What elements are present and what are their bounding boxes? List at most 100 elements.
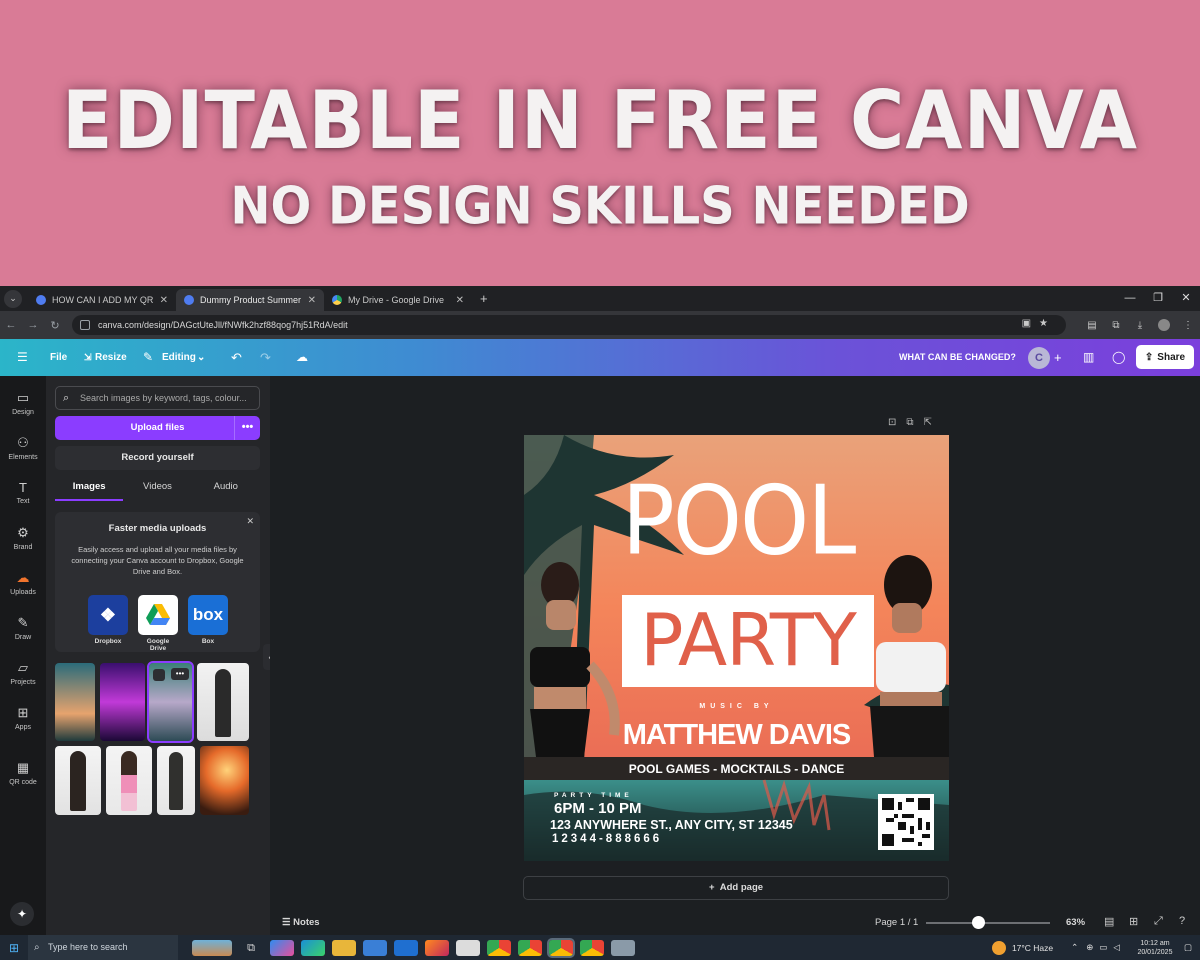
comment-icon[interactable]: ◯ — [1112, 339, 1125, 376]
add-collaborator-icon[interactable]: + — [1054, 339, 1062, 376]
tab-images[interactable]: Images — [55, 477, 124, 501]
close-tab-icon[interactable]: ✕ — [160, 295, 168, 306]
profile-avatar[interactable] — [1158, 319, 1170, 331]
tab-videos[interactable]: Videos — [123, 477, 191, 501]
url-field[interactable]: canva.com/design/DAGctUteJll/fNWfk2hzf88… — [72, 315, 1066, 335]
network-icon[interactable]: ⊕ — [1086, 942, 1093, 953]
menu-kebab-icon[interactable]: ⋮ — [1176, 320, 1200, 331]
copilot-icon[interactable] — [270, 939, 294, 956]
image-thumbnail[interactable] — [100, 663, 145, 741]
image-thumbnail[interactable] — [55, 746, 101, 815]
notepad-icon[interactable] — [611, 939, 635, 956]
dropbox-button[interactable]: ❖ Dropbox — [88, 595, 128, 645]
image-thumbnail[interactable] — [200, 746, 249, 815]
flyer-design[interactable]: POOL PARTY MUSIC BY MATTHEW DAVIS POOL G… — [524, 435, 949, 861]
close-icon[interactable]: ✕ — [246, 516, 254, 527]
upload-files-button[interactable]: Upload files ••• — [55, 416, 260, 440]
rail-item-design[interactable]: ▭ Design — [0, 390, 46, 416]
insights-icon[interactable]: ▥ — [1083, 339, 1094, 376]
capcut-icon[interactable] — [456, 939, 480, 956]
close-tab-icon[interactable]: ✕ — [308, 295, 316, 306]
download-icon[interactable]: ⤓ — [1128, 320, 1152, 331]
add-icon[interactable]: ⇱ — [924, 417, 942, 428]
magic-sparkle-icon[interactable]: ✦ — [10, 902, 34, 926]
fullscreen-icon[interactable]: ⤢ — [1154, 915, 1163, 928]
show-hidden-icons-icon[interactable]: ⌃ — [1071, 942, 1078, 953]
rail-item-apps[interactable]: ⊞ Apps — [0, 705, 46, 731]
party-time-label[interactable]: PARTY TIME — [554, 792, 633, 799]
pages-view-icon[interactable]: ▤ — [1104, 915, 1114, 928]
chrome-profile-icon[interactable] — [518, 939, 542, 956]
display-icon[interactable]: ▭ — [1099, 942, 1107, 953]
rail-item-qr-code[interactable]: ▦ QR code — [0, 760, 46, 786]
grid-view-icon[interactable]: ⊞ — [1129, 915, 1138, 928]
rail-item-projects[interactable]: ▱ Projects — [0, 660, 46, 686]
rail-item-brand[interactable]: ⚙ Brand — [0, 525, 46, 551]
undo-icon[interactable]: ↶ — [231, 339, 242, 376]
firefox-icon[interactable] — [425, 939, 449, 956]
music-by-label[interactable]: MUSIC BY — [524, 703, 949, 710]
image-thumbnail[interactable] — [55, 663, 95, 741]
browser-tab-3[interactable]: My Drive - Google Drive ✕ — [324, 289, 472, 311]
maximize-icon[interactable]: ❐ — [1144, 286, 1172, 311]
flyer-pool-text[interactable]: POOL — [600, 473, 876, 568]
party-address[interactable]: 123 ANYWHERE ST., ANY CITY, ST 12345 — [550, 818, 793, 832]
browser-tab-1[interactable]: HOW CAN I ADD MY QR CODE ✕ — [28, 289, 176, 311]
outlook-icon[interactable] — [394, 939, 418, 956]
taskbar-search-input[interactable]: ⌕ Type here to search — [28, 935, 178, 960]
lock-icon[interactable]: ⊡ — [888, 417, 906, 428]
search-highlight-icon[interactable] — [192, 939, 232, 956]
editing-mode-menu[interactable]: Editing — [162, 339, 196, 376]
notifications-icon[interactable]: ▢ — [1184, 942, 1192, 953]
tab-audio[interactable]: Audio — [192, 477, 260, 501]
cloud-save-icon[interactable]: ☁ — [296, 339, 308, 376]
rail-item-elements[interactable]: ⚇ Elements — [0, 435, 46, 461]
google-drive-button[interactable]: Google Drive — [138, 595, 178, 652]
rail-item-text[interactable]: T Text — [0, 480, 46, 505]
file-explorer-icon[interactable] — [332, 939, 356, 956]
browser-tab-2[interactable]: Dummy Product Summer Vibe ✕ — [176, 289, 324, 311]
add-page-button[interactable]: + Add page — [523, 876, 949, 900]
zoom-slider-handle[interactable] — [972, 916, 986, 929]
weather-text[interactable]: 17°C Haze — [1012, 943, 1053, 953]
qr-code-image[interactable] — [878, 794, 934, 850]
new-tab-icon[interactable]: + — [480, 291, 488, 306]
flyer-party-text[interactable]: PARTY — [622, 599, 874, 681]
minimize-icon[interactable]: — — [1116, 286, 1144, 311]
party-phone[interactable]: 12344-888666 — [552, 833, 662, 845]
hamburger-icon[interactable]: ☰ — [17, 339, 28, 376]
select-checkbox[interactable] — [153, 669, 165, 681]
design-title[interactable]: WHAT CAN BE CHANGED? — [899, 339, 1016, 376]
clock[interactable]: 10:12 am 20/01/2025 — [1126, 939, 1184, 957]
bookmark-star-icon[interactable]: ▣★ — [1022, 318, 1056, 329]
duplicate-icon[interactable]: ⧉ — [906, 417, 923, 428]
redo-icon[interactable]: ↷ — [260, 339, 271, 376]
volume-icon[interactable]: ◁ — [1113, 942, 1120, 953]
close-tab-icon[interactable]: ✕ — [456, 295, 464, 306]
extension-icon[interactable]: ▤ — [1080, 320, 1104, 331]
store-icon[interactable] — [363, 939, 387, 956]
page-indicator[interactable]: Page 1 / 1 — [875, 917, 918, 928]
more-options-icon[interactable]: ••• — [234, 416, 260, 440]
forward-icon[interactable]: → — [22, 319, 44, 331]
rail-item-draw[interactable]: ✎ Draw — [0, 615, 46, 641]
close-window-icon[interactable]: ✕ — [1172, 286, 1200, 311]
puzzle-icon[interactable]: ⧉ — [1104, 320, 1128, 331]
share-button[interactable]: ⇪ Share — [1136, 345, 1194, 369]
rail-item-uploads[interactable]: ☁ Uploads — [0, 570, 46, 596]
chrome-active-icon[interactable] — [547, 937, 575, 958]
reload-icon[interactable]: ↻ — [44, 319, 66, 332]
zoom-slider[interactable] — [926, 922, 1050, 924]
file-menu[interactable]: File — [50, 339, 67, 376]
image-thumbnail[interactable]: ••• — [147, 661, 194, 743]
edge-icon[interactable] — [301, 939, 325, 956]
activities-text[interactable]: POOL GAMES - MOCKTAILS - DANCE — [524, 762, 949, 776]
chrome-window-icon[interactable] — [580, 939, 604, 956]
resize-menu[interactable]: Resize — [95, 339, 127, 376]
back-icon[interactable]: ← — [0, 319, 22, 331]
box-button[interactable]: box Box — [188, 595, 228, 645]
image-thumbnail[interactable] — [157, 746, 195, 815]
site-info-icon[interactable] — [80, 320, 90, 330]
task-view-icon[interactable]: ⧉ — [239, 940, 263, 956]
search-input[interactable]: ⌕ Search images by keyword, tags, colour… — [55, 386, 260, 410]
